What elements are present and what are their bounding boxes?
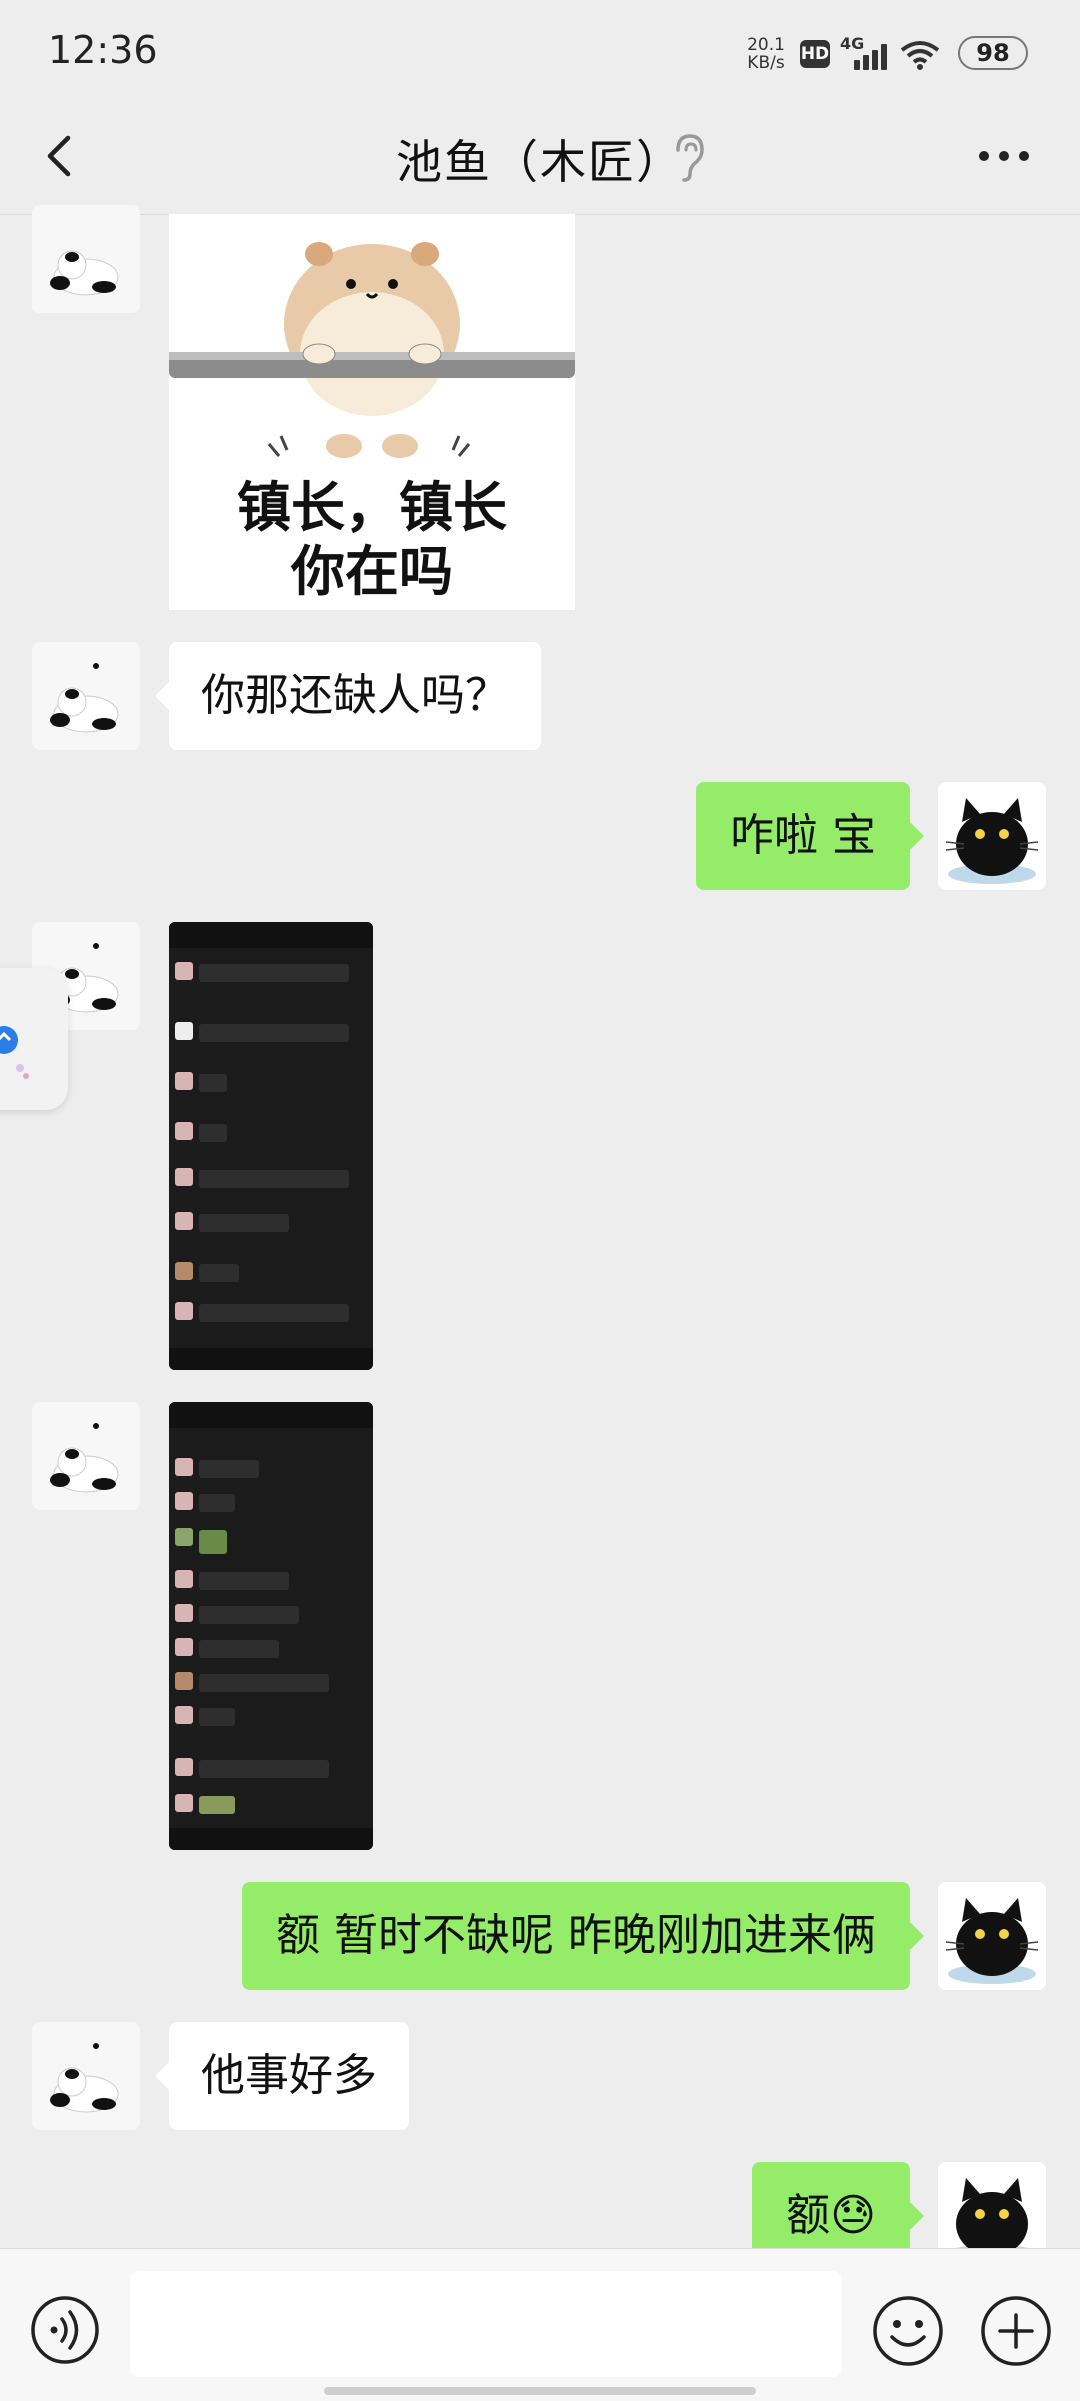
sticker-line-2: 你在吗 <box>291 540 453 603</box>
net-speed: 20.1 KB/s <box>744 36 788 72</box>
status-time: 12:36 <box>48 28 158 72</box>
outgoing-message[interactable]: 额 暂时不缺呢 昨晚刚加进来俩 <box>242 1882 924 1990</box>
screenshot-image[interactable] <box>169 922 373 1370</box>
contact-avatar[interactable] <box>32 1402 140 1510</box>
net-speed-unit: KB/s <box>747 53 785 73</box>
sticker-text: 镇长，镇长 你在吗 <box>169 476 575 604</box>
sticker-image[interactable]: 镇长，镇长 你在吗 <box>169 214 575 610</box>
floating-assistant-button[interactable] <box>0 968 68 1110</box>
incoming-message[interactable]: 他事好多 <box>155 2022 409 2130</box>
ear-icon <box>664 128 714 184</box>
screenshot-image[interactable] <box>169 1402 373 1850</box>
sticker-line-1: 镇长，镇长 <box>237 476 507 539</box>
battery-icon: 98 <box>958 36 1028 70</box>
home-indicator <box>324 2387 756 2395</box>
incoming-message[interactable]: 你那还缺人吗？ <box>155 642 541 750</box>
input-bar <box>0 2248 1080 2401</box>
plus-icon[interactable] <box>980 2295 1052 2367</box>
contact-avatar[interactable] <box>32 2022 140 2130</box>
my-avatar[interactable] <box>938 782 1046 890</box>
more-icon[interactable] <box>972 128 1036 184</box>
net-speed-value: 20.1 <box>747 35 785 55</box>
network-label: 4G <box>840 34 865 53</box>
outgoing-message[interactable]: 咋啦 宝 <box>696 782 924 890</box>
my-avatar[interactable] <box>938 1882 1046 1990</box>
message-input[interactable] <box>130 2271 842 2377</box>
chat-title: 池鱼（木匠） <box>396 135 684 189</box>
signal-icon: 4G <box>840 34 887 72</box>
contact-avatar[interactable] <box>32 205 140 313</box>
chat-header: 池鱼（木匠） <box>0 100 1080 215</box>
wifi-icon <box>900 40 940 74</box>
voice-icon[interactable] <box>30 2295 100 2365</box>
contact-avatar[interactable] <box>32 642 140 750</box>
hd-badge: HD <box>800 40 830 68</box>
status-bar: 12:36 20.1 KB/s HD 4G 98 <box>0 0 1080 100</box>
emoji-icon[interactable] <box>872 2295 944 2367</box>
